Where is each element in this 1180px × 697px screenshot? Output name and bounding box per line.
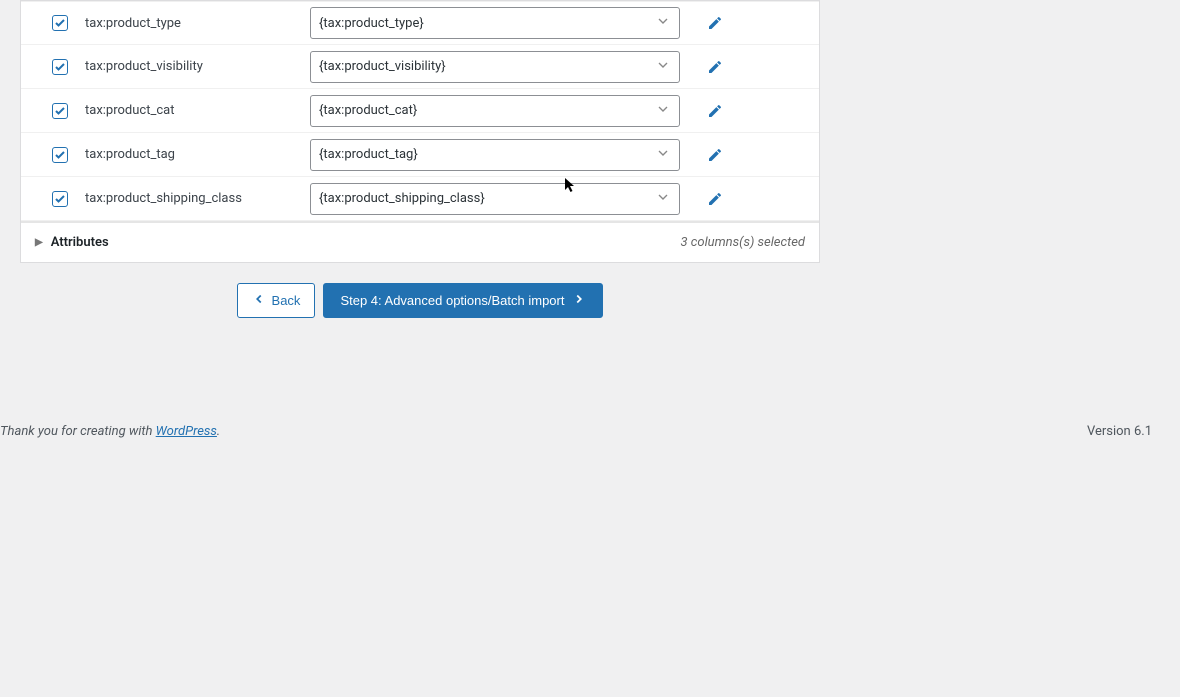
- attributes-toggle[interactable]: ▶ Attributes: [35, 235, 109, 250]
- pencil-icon[interactable]: [707, 15, 723, 31]
- mapping-select[interactable]: {tax:product_tag}: [310, 139, 680, 171]
- back-button[interactable]: Back: [237, 283, 316, 318]
- field-label: tax:product_visibility: [85, 59, 310, 74]
- pencil-icon[interactable]: [707, 147, 723, 163]
- attributes-title: Attributes: [51, 235, 109, 250]
- field-label: tax:product_shipping_class: [85, 191, 310, 206]
- pencil-icon[interactable]: [707, 59, 723, 75]
- select-value: {tax:product_visibility}: [319, 59, 446, 74]
- attributes-summary: 3 columns(s) selected: [681, 235, 805, 250]
- row-checkbox[interactable]: [52, 191, 68, 207]
- next-label: Step 4: Advanced options/Batch import: [340, 293, 564, 308]
- back-label: Back: [272, 293, 301, 308]
- footer-credit: Thank you for creating with WordPress.: [0, 424, 220, 439]
- select-value: {tax:product_cat}: [319, 103, 417, 118]
- mapping-select[interactable]: {tax:product_visibility}: [310, 51, 680, 83]
- table-row: tax:product_type {tax:product_type}: [21, 1, 819, 45]
- next-step-button[interactable]: Step 4: Advanced options/Batch import: [323, 283, 603, 318]
- row-checkbox[interactable]: [52, 103, 68, 119]
- mapping-select[interactable]: {tax:product_type}: [310, 7, 680, 39]
- caret-right-icon: ▶: [35, 237, 43, 248]
- wizard-buttons: Back Step 4: Advanced options/Batch impo…: [20, 263, 820, 338]
- chevron-down-icon: [655, 145, 671, 165]
- pencil-icon[interactable]: [707, 103, 723, 119]
- chevron-down-icon: [655, 101, 671, 121]
- chevron-down-icon: [655, 57, 671, 77]
- field-label: tax:product_type: [85, 16, 310, 31]
- table-row: tax:product_cat {tax:product_cat}: [21, 89, 819, 133]
- chevron-down-icon: [655, 13, 671, 33]
- field-label: tax:product_tag: [85, 147, 310, 162]
- chevron-right-icon: [572, 292, 586, 309]
- row-checkbox[interactable]: [52, 147, 68, 163]
- row-checkbox[interactable]: [52, 59, 68, 75]
- chevron-down-icon: [655, 189, 671, 209]
- field-label: tax:product_cat: [85, 103, 310, 118]
- wp-footer: Thank you for creating with WordPress. V…: [0, 408, 1180, 455]
- select-value: {tax:product_tag}: [319, 147, 418, 162]
- table-row: tax:product_shipping_class {tax:product_…: [21, 177, 819, 221]
- select-value: {tax:product_type}: [319, 16, 424, 31]
- table-row: tax:product_visibility {tax:product_visi…: [21, 45, 819, 89]
- select-value: {tax:product_shipping_class}: [319, 191, 485, 206]
- chevron-left-icon: [252, 292, 266, 309]
- table-row: tax:product_tag {tax:product_tag}: [21, 133, 819, 177]
- mapping-panel: tax:product_type {tax:product_type} tax:…: [20, 0, 820, 263]
- mapping-select[interactable]: {tax:product_cat}: [310, 95, 680, 127]
- wordpress-link[interactable]: WordPress: [156, 424, 217, 439]
- row-checkbox[interactable]: [52, 15, 68, 31]
- attributes-section: ▶ Attributes 3 columns(s) selected: [21, 222, 819, 262]
- footer-version: Version 6.1: [1087, 424, 1152, 439]
- pencil-icon[interactable]: [707, 191, 723, 207]
- mapping-select[interactable]: {tax:product_shipping_class}: [310, 183, 680, 215]
